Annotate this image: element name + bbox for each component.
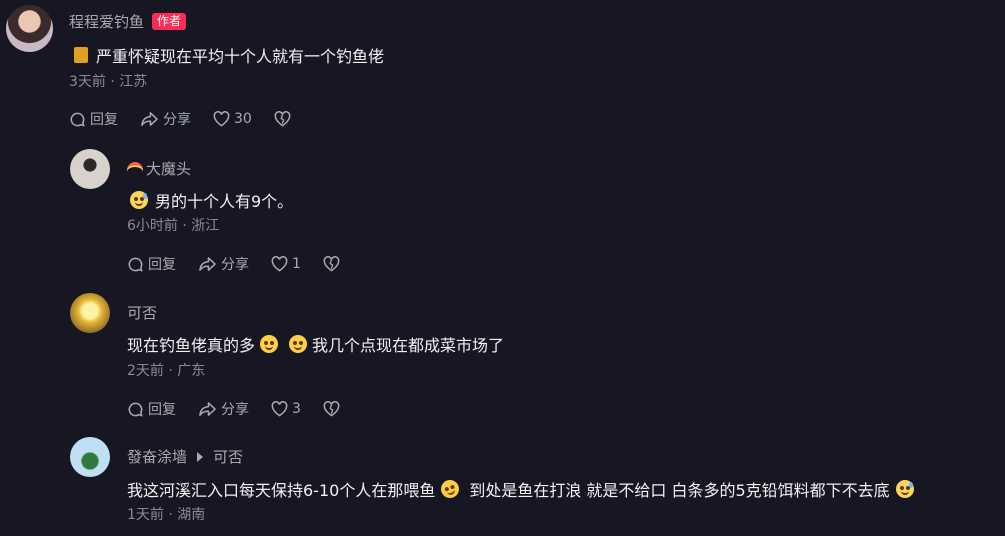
username[interactable]: 程程爱钓鱼 xyxy=(69,11,144,32)
reply-label: 回复 xyxy=(148,402,176,418)
heart-icon xyxy=(213,111,230,127)
share-label: 分享 xyxy=(221,402,249,418)
reply-button[interactable]: 回复 xyxy=(127,399,176,419)
share-label: 分享 xyxy=(163,112,191,128)
reply-label: 回复 xyxy=(148,257,176,273)
comment-text: 严重怀疑现在平均十个人就有一个钓鱼佬 xyxy=(96,47,385,66)
like-count: 30 xyxy=(234,111,252,127)
reply-arrow-icon xyxy=(197,451,204,462)
rainbow-icon xyxy=(127,162,143,175)
comment-meta: 6小时前 · 浙江 xyxy=(127,218,220,234)
username[interactable]: 發奋涂墙 xyxy=(127,446,187,467)
comment-text-part1: 我这河溪汇入口每天保持6-10个人在那喂鱼 xyxy=(127,481,436,500)
like-count: 3 xyxy=(292,401,301,417)
avatar[interactable] xyxy=(70,293,110,333)
username[interactable]: 可否 xyxy=(127,302,157,323)
dislike-button[interactable] xyxy=(274,111,295,127)
share-icon xyxy=(141,111,158,126)
share-icon xyxy=(199,401,216,416)
rofl-emoji xyxy=(438,477,462,501)
avatar[interactable] xyxy=(6,5,53,52)
share-button[interactable]: 分享 xyxy=(140,109,191,129)
comment-icon xyxy=(128,402,143,417)
username[interactable]: 大魔头 xyxy=(146,158,191,179)
medal-icon xyxy=(74,47,88,63)
share-button[interactable]: 分享 xyxy=(198,254,249,274)
sweat-smile-emoji xyxy=(130,191,148,209)
comment-icon xyxy=(128,257,143,272)
heart-icon xyxy=(271,401,288,417)
comment-meta: 3天前 · 江苏 xyxy=(69,74,148,90)
like-button[interactable]: 1 xyxy=(271,256,301,272)
share-icon xyxy=(199,256,216,271)
broken-heart-icon xyxy=(274,111,291,127)
sweat-smile-emoji xyxy=(895,480,914,498)
dislike-button[interactable] xyxy=(323,401,344,417)
reply-button[interactable]: 回复 xyxy=(127,254,176,274)
like-button[interactable]: 3 xyxy=(271,401,301,417)
dislike-button[interactable] xyxy=(323,256,344,272)
avatar[interactable] xyxy=(70,149,110,189)
pleading-face-emoji xyxy=(289,335,308,353)
pleading-face-emoji xyxy=(260,335,279,353)
comment-text-part1: 现在钓鱼佬真的多 xyxy=(127,336,256,355)
share-label: 分享 xyxy=(221,257,249,273)
comment-text-part2: 到处是鱼在打浪 就是不给口 白条多的5克铅饵料都下不去底 xyxy=(469,481,890,500)
reply-to-username[interactable]: 可否 xyxy=(213,446,243,467)
comment-text-part2: 我几个点现在都成菜市场了 xyxy=(312,336,505,355)
author-badge: 作者 xyxy=(152,13,187,30)
share-button[interactable]: 分享 xyxy=(198,399,249,419)
heart-icon xyxy=(271,256,288,272)
comment-icon xyxy=(70,112,85,127)
reply-label: 回复 xyxy=(90,112,118,128)
comment-text: 男的十个人有9个。 xyxy=(155,192,294,211)
avatar[interactable] xyxy=(70,437,110,477)
like-button[interactable]: 30 xyxy=(213,111,252,127)
like-count: 1 xyxy=(292,256,301,272)
broken-heart-icon xyxy=(323,256,340,272)
comment-meta: 2天前 · 广东 xyxy=(127,363,206,379)
broken-heart-icon xyxy=(323,401,340,417)
comment-meta: 1天前 · 湖南 xyxy=(127,507,206,523)
reply-button[interactable]: 回复 xyxy=(69,109,118,129)
